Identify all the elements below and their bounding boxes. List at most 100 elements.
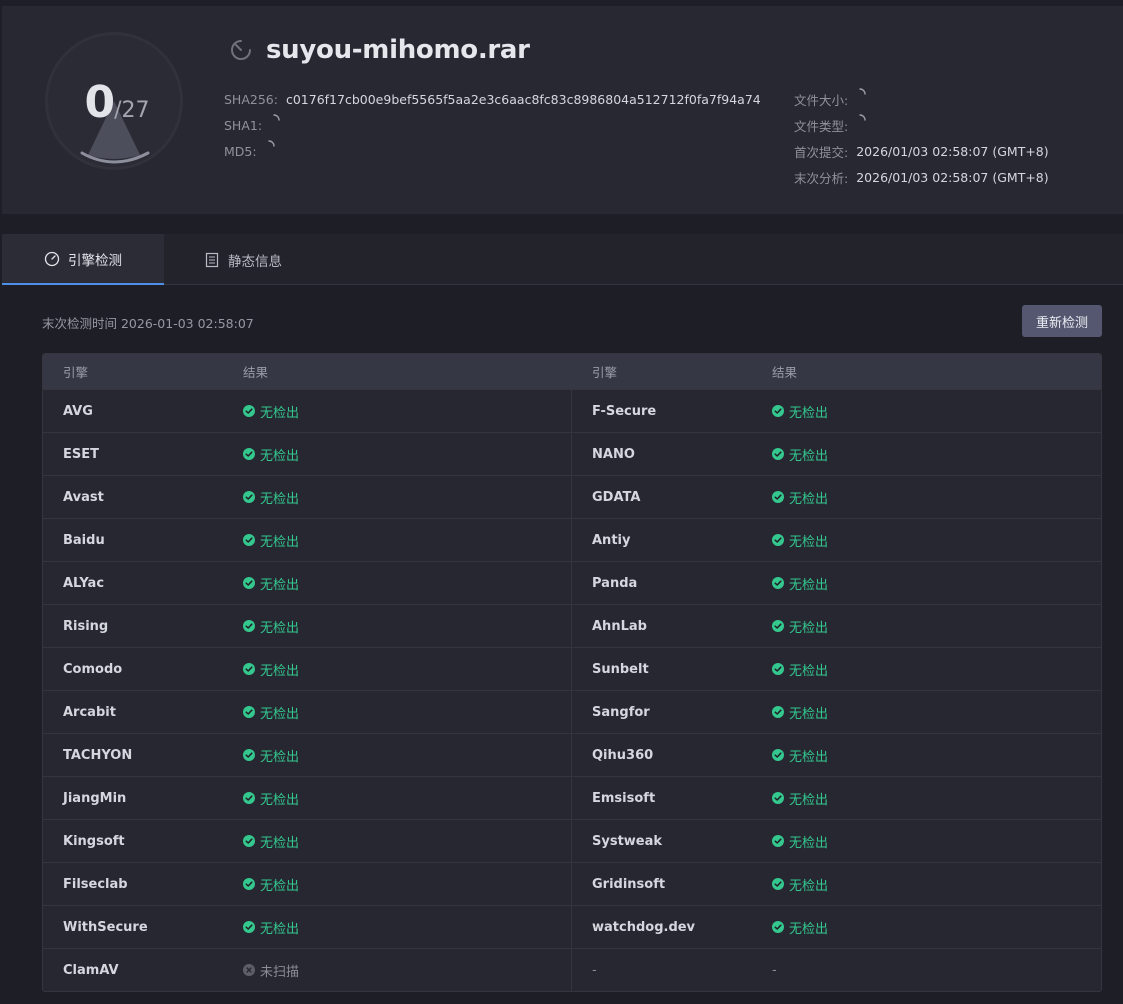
meta-key: SHA1:: [224, 117, 263, 133]
tab-label: 静态信息: [228, 253, 282, 270]
result-text: 无检出: [789, 491, 829, 507]
result-text: 无检出: [260, 491, 300, 507]
result-cell: 无检出: [772, 906, 1101, 948]
engine-name: Sangfor: [592, 704, 650, 720]
result-cell: 无检出: [243, 605, 571, 647]
engine-name: WithSecure: [63, 919, 148, 935]
rescan-button[interactable]: 重新检测: [1022, 305, 1102, 337]
engine-result-pair: Comodo 无检出: [43, 648, 572, 690]
result-text: 无检出: [260, 835, 300, 851]
check-circle-icon: [772, 491, 784, 503]
result-text: 无检出: [789, 878, 829, 894]
check-circle-icon: [243, 921, 255, 933]
result-text: 无检出: [789, 835, 829, 851]
engine-result-pair: Arcabit 无检出: [43, 691, 572, 733]
check-circle-icon: [772, 405, 784, 417]
tab-engine-detection[interactable]: 引擎检测: [2, 234, 164, 285]
engine-result-pair: Emsisoft 无检出: [572, 777, 1101, 819]
table-row: ClamAV 未扫描 - -: [43, 948, 1101, 991]
engine-total: /27: [114, 98, 150, 123]
result-text: 无检出: [260, 534, 300, 550]
check-circle-icon: [772, 921, 784, 933]
result-clean: 无检出: [772, 531, 828, 550]
meta-row: MD5:: [224, 138, 761, 164]
engine-result-pair: Panda 无检出: [572, 562, 1101, 604]
check-circle-icon: [772, 577, 784, 589]
meta-value[interactable]: 2026/01/03 02:58:07 (GMT+8): [856, 144, 1048, 159]
engine-result-pair: JiangMin 无检出: [43, 777, 572, 819]
col-header-result: 结果: [243, 365, 269, 380]
result-clean: 无检出: [772, 445, 828, 464]
result-clean: 无检出: [243, 402, 299, 421]
engine-result-pair: Rising 无检出: [43, 605, 572, 647]
engine-name: GDATA: [592, 489, 641, 505]
check-circle-icon: [243, 534, 255, 546]
engine-name: Comodo: [63, 661, 123, 677]
result-clean: 无检出: [243, 789, 299, 808]
result-clean: 无检出: [243, 918, 299, 937]
result-clean: 无检出: [243, 660, 299, 679]
result-clean: 无检出: [243, 617, 299, 636]
table-row: TACHYON 无检出 Qihu360 无检出: [43, 733, 1101, 776]
result-text: 无检出: [260, 405, 300, 421]
file-title-row: suyou-mihomo.rar: [230, 34, 530, 66]
engine-result-pair: Avast 无检出: [43, 476, 572, 518]
check-circle-icon: [243, 620, 255, 632]
hash-list: SHA256: c0176f17cb00e9bef5565f5aa2e3c6aac…: [224, 86, 761, 164]
x-circle-icon: [243, 964, 255, 976]
engine-result-pair: ClamAV 未扫描: [43, 949, 572, 991]
result-text: 无检出: [789, 405, 829, 421]
result-clean: 无检出: [243, 445, 299, 464]
result-text: 无检出: [789, 534, 829, 550]
check-circle-icon: [243, 448, 255, 460]
meta-key: 文件大小:: [794, 92, 849, 108]
result-cell: 无检出: [772, 562, 1101, 604]
engine-result-pair: watchdog.dev 无检出: [572, 906, 1101, 948]
engine-name: Kingsoft: [63, 833, 125, 849]
engine-result-pair: ALYac 无检出: [43, 562, 572, 604]
engine-name: Sunbelt: [592, 661, 649, 677]
engine-name: Arcabit: [63, 704, 116, 720]
meta-key: 文件类型:: [794, 118, 849, 134]
result-clean: 无检出: [772, 617, 828, 636]
engine-name: TACHYON: [63, 747, 133, 763]
loading-spinner-icon: [267, 140, 275, 147]
engine-result-pair: AVG 无检出: [43, 390, 572, 432]
engine-name: Panda: [592, 575, 638, 591]
table-row: Baidu 无检出 Antiy 无检出: [43, 518, 1101, 561]
result-cell: 无检出: [243, 820, 571, 862]
engine-name: NANO: [592, 446, 635, 462]
table-row: Filseclab 无检出 Gridinsoft 无检出: [43, 862, 1101, 905]
result-text: 无检出: [789, 620, 829, 636]
file-summary-panel: 0/27 suyou-mihomo.rar SHA256: c0176f17cb0…: [2, 6, 1123, 214]
check-circle-icon: [243, 405, 255, 417]
result-cell: 无检出: [772, 863, 1101, 905]
engine-name: Qihu360: [592, 747, 654, 763]
tab-static-info[interactable]: 静态信息: [204, 234, 282, 285]
engine-result-pair: TACHYON 无检出: [43, 734, 572, 776]
meta-value[interactable]: 2026/01/03 02:58:07 (GMT+8): [856, 170, 1048, 185]
engine-results-table: 引擎 结果 引擎 结果 AVG 无检出 F-Secure 无检出 ESET 无检出 NANO…: [42, 353, 1102, 992]
table-row: AVG 无检出 F-Secure 无检出: [43, 389, 1101, 432]
result-cell: 无检出: [243, 906, 571, 948]
result-cell: 无检出: [243, 777, 571, 819]
result-text: 无检出: [260, 792, 300, 808]
table-row: Comodo 无检出 Sunbelt 无检出: [43, 647, 1101, 690]
result-cell: 无检出: [772, 476, 1101, 518]
engine-result-pair: Kingsoft 无检出: [43, 820, 572, 862]
engine-result-pair: Sangfor 无检出: [572, 691, 1101, 733]
meta-value[interactable]: c0176f17cb00e9bef5565f5aa2e3c6aac8fc83c8…: [286, 92, 761, 107]
result-text: 无检出: [789, 749, 829, 765]
result-cell: 无检出: [772, 777, 1101, 819]
result-clean: 无检出: [772, 918, 828, 937]
table-row: Arcabit 无检出 Sangfor 无检出: [43, 690, 1101, 733]
table-row: ESET 无检出 NANO 无检出: [43, 432, 1101, 475]
result-text: 无检出: [260, 749, 300, 765]
engine-name: Emsisoft: [592, 790, 656, 806]
check-circle-icon: [772, 663, 784, 675]
meta-row: 文件大小:: [794, 86, 1049, 112]
result-clean: 无检出: [772, 660, 828, 679]
result-text: 无检出: [260, 620, 300, 636]
col-header-result: 结果: [772, 365, 798, 380]
check-circle-icon: [243, 749, 255, 761]
